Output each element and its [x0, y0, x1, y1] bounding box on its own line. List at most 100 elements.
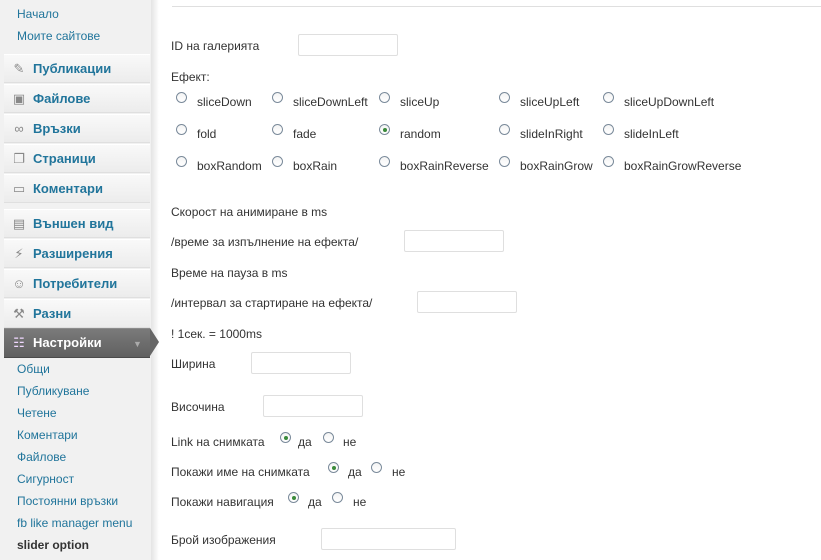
submenu-slider-option[interactable]: slider option	[17, 538, 89, 552]
show-name-yes-label: да	[348, 465, 362, 479]
width-input[interactable]	[251, 352, 351, 374]
menu-item-label: Страници	[33, 151, 96, 166]
submenu-reading[interactable]: Четене	[17, 406, 57, 420]
image-link-label: Link на снимката	[171, 435, 265, 449]
anim-speed-label: Скорост на анимиране в ms	[171, 205, 328, 219]
menu-item-appearance[interactable]: ▤ Външен вид	[4, 209, 150, 238]
anim-speed-input[interactable]	[404, 230, 504, 252]
image-link-no-radio[interactable]	[323, 432, 334, 443]
effect-label-boxrainreverse: boxRainReverse	[400, 159, 489, 173]
submenu-general[interactable]: Общи	[17, 362, 50, 376]
image-link-yes-radio[interactable]	[280, 432, 291, 443]
gallery-id-input[interactable]	[298, 34, 398, 56]
menu-item-label: Потребители	[33, 276, 118, 291]
tools-icon: ⚒	[13, 306, 25, 321]
effect-radio-boxrain[interactable]	[272, 156, 283, 167]
effect-radio-fade[interactable]	[272, 124, 283, 135]
effect-radio-slideinleft[interactable]	[603, 124, 614, 135]
show-navigation-no-radio[interactable]	[332, 492, 343, 503]
users-icon: ☺	[12, 276, 26, 291]
show-navigation-label: Покажи навигация	[171, 495, 274, 509]
effect-radio-sliceupleft[interactable]	[499, 92, 510, 103]
gallery-id-label: ID на галерията	[171, 39, 260, 53]
pause-time-sublabel: /интервал за стартиране на ефекта/	[171, 296, 373, 310]
menu-item-label: Настройки	[33, 335, 102, 350]
menu-item-settings[interactable]: ☷ Настройки	[4, 328, 150, 358]
height-label: Височина	[171, 400, 225, 414]
show-name-no-label: не	[392, 465, 406, 479]
show-name-no-radio[interactable]	[371, 462, 382, 473]
submenu-fb-like-manager[interactable]: fb like manager menu	[17, 516, 132, 530]
submenu-privacy[interactable]: Сигурност	[17, 472, 74, 486]
effect-label-sliceupdownleft: sliceUpDownLeft	[624, 95, 715, 109]
menu-item-pages[interactable]: ❐ Страници	[4, 144, 150, 173]
settings-icon: ☷	[13, 335, 25, 350]
sidebar-link-home[interactable]: Начало	[17, 7, 59, 21]
effect-radio-sliceup[interactable]	[379, 92, 390, 103]
submenu-discussion[interactable]: Коментари	[17, 428, 78, 442]
menu-item-label: Разширения	[33, 246, 113, 261]
show-navigation-yes-radio[interactable]	[288, 492, 299, 503]
effect-label-boxraingrow: boxRainGrow	[520, 159, 593, 173]
image-link-no-label: не	[343, 435, 357, 449]
header-divider	[172, 6, 821, 7]
menu-item-posts[interactable]: ✎ Публикации	[4, 54, 150, 83]
submenu-writing[interactable]: Публикуване	[17, 384, 89, 398]
menu-item-label: Разни	[33, 306, 72, 321]
effect-radio-boxraingrowreverse[interactable]	[603, 156, 614, 167]
show-navigation-yes-label: да	[308, 495, 322, 509]
effect-label-sliceup: sliceUp	[400, 95, 440, 109]
effect-radio-boxrandom[interactable]	[176, 156, 187, 167]
menu-item-label: Връзки	[33, 121, 81, 136]
effect-radio-slicedown[interactable]	[176, 92, 187, 103]
menu-item-comments[interactable]: ▭ Коментари	[4, 174, 150, 203]
show-name-yes-radio[interactable]	[328, 462, 339, 473]
effect-label-slideinleft: slideInLeft	[624, 127, 679, 141]
effect-label-sliceupleft: sliceUpLeft	[520, 95, 580, 109]
anim-speed-sublabel: /време за изпълнение на ефекта/	[171, 235, 359, 249]
comments-icon: ▭	[12, 181, 26, 196]
effect-label-fade: fade	[293, 127, 317, 141]
effect-radio-slideinright[interactable]	[499, 124, 510, 135]
effect-label: Ефект:	[171, 70, 210, 84]
links-icon: ∞	[14, 121, 24, 136]
plugins-icon: ⚡	[14, 246, 24, 261]
show-name-label: Покажи име на снимката	[171, 465, 310, 479]
effect-radio-sliceupdownleft[interactable]	[603, 92, 614, 103]
effect-radio-slicedownleft[interactable]	[272, 92, 283, 103]
pages-icon: ❐	[13, 151, 25, 166]
pause-time-label: Време на пауза в ms	[171, 266, 288, 280]
chevron-down-icon[interactable]: ▼	[133, 339, 142, 349]
image-count-label: Брой изображения	[171, 533, 276, 547]
effect-radio-fold[interactable]	[176, 124, 187, 135]
effect-label-boxrandom: boxRandom	[197, 159, 262, 173]
effect-radio-boxraingrow[interactable]	[499, 156, 510, 167]
menu-item-label: Публикации	[33, 61, 112, 76]
effect-label-fold: fold	[197, 127, 217, 141]
menu-item-plugins[interactable]: ⚡ Разширения	[4, 239, 150, 268]
effect-label-slicedownleft: sliceDownLeft	[293, 95, 368, 109]
menu-item-label: Файлове	[33, 91, 91, 106]
menu-item-users[interactable]: ☺ Потребители	[4, 269, 150, 298]
effect-radio-random[interactable]	[379, 124, 390, 135]
menu-item-label: Външен вид	[33, 216, 114, 231]
effect-label-random: random	[400, 127, 441, 141]
image-count-input[interactable]	[321, 528, 456, 550]
menu-item-media[interactable]: ▣ Файлове	[4, 84, 150, 113]
menu-item-links[interactable]: ∞ Връзки	[4, 114, 150, 143]
height-input[interactable]	[263, 395, 363, 417]
submenu-permalinks[interactable]: Постоянни връзки	[17, 494, 118, 508]
pause-time-input[interactable]	[417, 291, 517, 313]
effect-label-boxrain: boxRain	[293, 159, 338, 173]
active-menu-arrow	[150, 328, 159, 356]
show-navigation-no-label: не	[353, 495, 367, 509]
appearance-icon: ▤	[12, 216, 26, 231]
submenu-media[interactable]: Файлове	[17, 450, 66, 464]
sidebar-link-my-sites[interactable]: Моите сайтове	[17, 29, 100, 43]
menu-item-tools[interactable]: ⚒ Разни	[4, 299, 150, 328]
media-icon: ▣	[12, 91, 26, 106]
image-link-yes-label: да	[298, 435, 312, 449]
effect-label-slideinright: slideInRight	[520, 127, 583, 141]
effect-radio-boxrainreverse[interactable]	[379, 156, 390, 167]
sidebar-shadow	[151, 0, 159, 560]
